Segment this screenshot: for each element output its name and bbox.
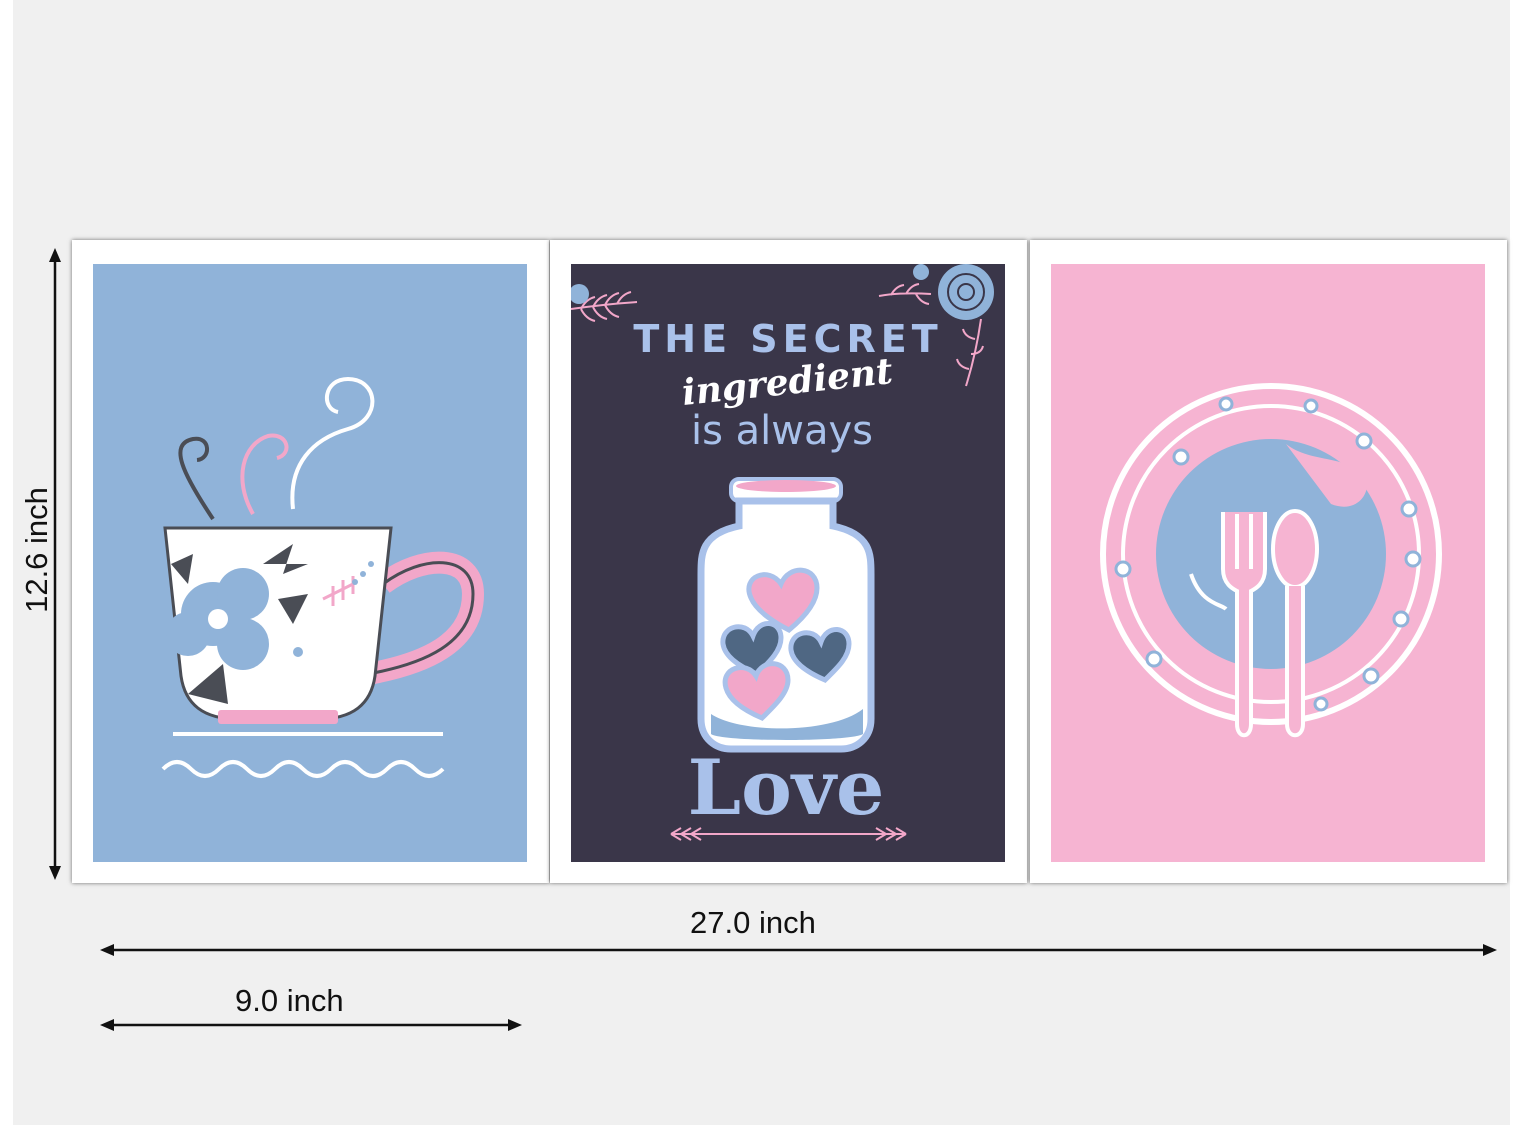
dimension-arrows bbox=[49, 248, 1497, 1031]
total-width-label: 27.0 inch bbox=[690, 905, 816, 940]
panel-width-label: 9.0 inch bbox=[235, 983, 344, 1018]
height-label: 12.6 inch bbox=[19, 487, 54, 613]
